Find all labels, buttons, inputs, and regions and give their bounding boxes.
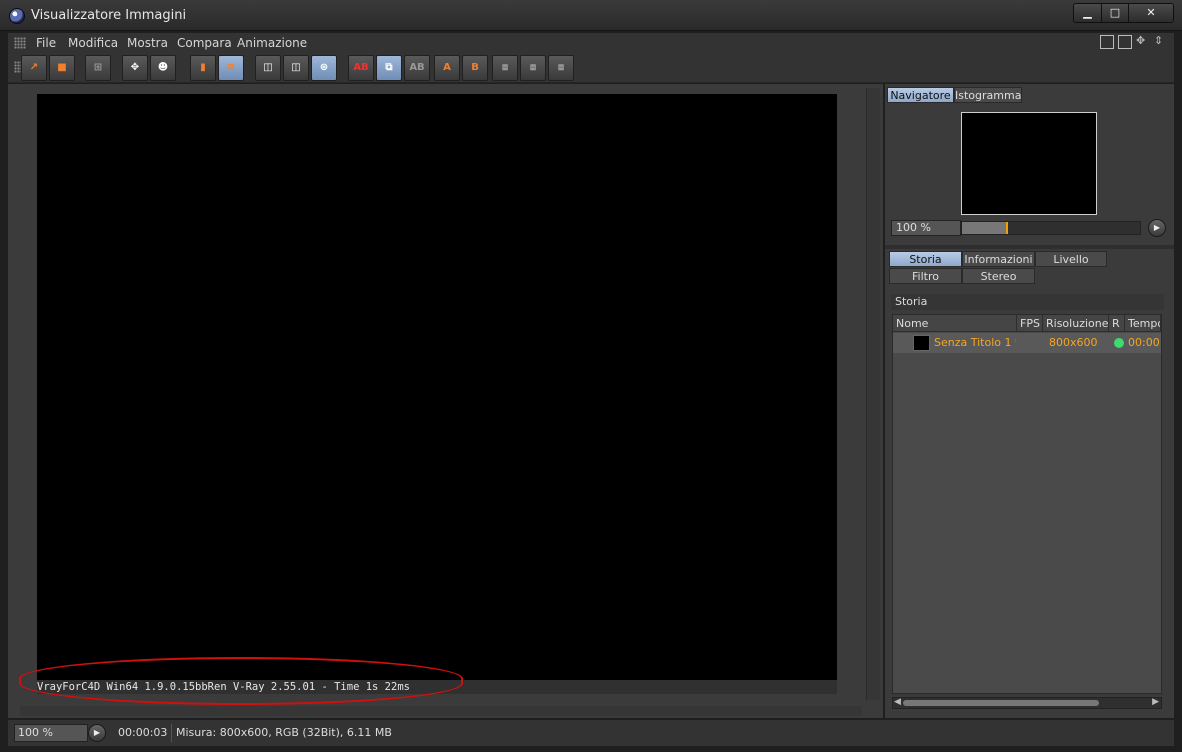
vertical-scrollbar[interactable] bbox=[866, 88, 880, 700]
col-fps[interactable]: FPS bbox=[1017, 315, 1043, 332]
window-controls: ▁ □ ✕ bbox=[1073, 3, 1174, 23]
user-icon[interactable]: ☻ bbox=[150, 55, 176, 81]
col-nome[interactable]: Nome bbox=[893, 315, 1017, 332]
status-info: Misura: 800x600, RGB (32Bit), 6.11 MB bbox=[176, 726, 392, 739]
minimize-button[interactable]: ▁ bbox=[1074, 4, 1101, 22]
list-icon[interactable]: ≡ bbox=[218, 55, 244, 81]
right-panel: Navigatore Istogramma 100 % ▶ Storia Inf… bbox=[885, 84, 1174, 718]
ab-split-icon[interactable]: AB bbox=[348, 55, 374, 81]
compare-mode-3-icon[interactable]: ⧈ bbox=[548, 55, 574, 81]
navigator-zoom-slider[interactable] bbox=[961, 221, 1141, 235]
zoom-slider-knob[interactable] bbox=[1006, 222, 1008, 234]
col-r[interactable]: R bbox=[1109, 315, 1125, 332]
compare-mode-2-icon[interactable]: ⧈ bbox=[520, 55, 546, 81]
red-annotation-ellipse bbox=[19, 657, 463, 705]
menu-file[interactable]: File bbox=[36, 36, 56, 50]
menu-modifica[interactable]: Modifica bbox=[68, 36, 118, 50]
save-file-icon[interactable]: ■ bbox=[49, 55, 75, 81]
set-b-icon[interactable]: B bbox=[462, 55, 488, 81]
view-a-icon[interactable]: ◫ bbox=[255, 55, 281, 81]
tab-istogramma[interactable]: Istogramma bbox=[954, 87, 1022, 103]
tab-navigatore[interactable]: Navigatore bbox=[887, 87, 954, 103]
col-risoluzione[interactable]: Risoluzione bbox=[1043, 315, 1109, 332]
window-title: Visualizzatore Immagini bbox=[31, 8, 187, 23]
new-panel-icon[interactable] bbox=[1118, 35, 1132, 49]
menu-compara[interactable]: Compara bbox=[177, 36, 232, 50]
menu-mostra[interactable]: Mostra bbox=[127, 36, 168, 50]
image-view: VrayForC4D Win64 1.9.0.15bbRen V-Ray 2.5… bbox=[8, 84, 883, 718]
history-thumbnail bbox=[913, 335, 930, 351]
move-icon[interactable]: ✥ bbox=[1136, 35, 1150, 49]
render-region-icon[interactable]: ⊞ bbox=[85, 55, 111, 81]
status-bar: 100 % ▶ 00:00:03 Misura: 800x600, RGB (3… bbox=[8, 720, 1174, 746]
ab-compare-icon[interactable]: ⧉ bbox=[376, 55, 402, 81]
navigator-play-icon[interactable]: ▶ bbox=[1148, 219, 1166, 237]
status-play-icon[interactable]: ▶ bbox=[88, 724, 106, 742]
tab-filtro[interactable]: Filtro bbox=[889, 268, 962, 284]
tab-informazioni[interactable]: Informazioni bbox=[962, 251, 1035, 267]
menu-grip-icon[interactable] bbox=[14, 37, 26, 49]
open-file-icon[interactable]: ↗ bbox=[21, 55, 47, 81]
render-status-dot bbox=[1114, 338, 1124, 348]
menu-bar: File Modifica Mostra Compara Animazione … bbox=[8, 33, 1174, 53]
title-bar: Visualizzatore Immagini ▁ □ ✕ bbox=[0, 0, 1182, 31]
tab-stereo[interactable]: Stereo bbox=[962, 268, 1035, 284]
render-to-viewer-icon[interactable]: ✥ bbox=[122, 55, 148, 81]
panel-divider bbox=[885, 245, 1174, 249]
history-section-title: Storia bbox=[891, 294, 1164, 310]
navigator-preview[interactable] bbox=[961, 112, 1097, 215]
scroll-right-icon[interactable]: ▶ bbox=[1152, 697, 1159, 707]
ab-swap-icon[interactable]: AB bbox=[404, 55, 430, 81]
render-canvas[interactable] bbox=[37, 94, 837, 694]
status-time: 00:00:03 bbox=[118, 726, 168, 739]
cinema4d-logo-icon bbox=[9, 8, 25, 24]
status-separator bbox=[171, 724, 172, 742]
zoom-slider-fill bbox=[962, 222, 1007, 234]
delete-icon[interactable]: ▮ bbox=[190, 55, 216, 81]
menu-animazione[interactable]: Animazione bbox=[237, 36, 307, 50]
toolbar: ↗ ■ ⊞ ✥ ☻ ▮ ≡ ◫ ◫ ⊛ AB ⧉ AB A B ⧈ ⧈ ⧈ bbox=[8, 53, 1174, 83]
history-name: Senza Titolo 1 * bbox=[934, 336, 1016, 349]
col-tempo[interactable]: Tempo bbox=[1125, 315, 1161, 332]
scrollbar-thumb[interactable] bbox=[903, 700, 1099, 706]
channels-icon[interactable]: ⊛ bbox=[311, 55, 337, 81]
maximize-button[interactable]: □ bbox=[1101, 4, 1128, 22]
layout-icons: ✥ ⇕ bbox=[1100, 35, 1168, 49]
history-list: Nome FPS Risoluzione R Tempo Senza Titol… bbox=[892, 314, 1162, 694]
set-a-icon[interactable]: A bbox=[434, 55, 460, 81]
history-resolution: 800x600 bbox=[1049, 336, 1098, 349]
close-button[interactable]: ✕ bbox=[1128, 4, 1173, 22]
history-horizontal-scrollbar[interactable]: ◀ ▶ bbox=[892, 697, 1162, 709]
status-zoom-field[interactable]: 100 % bbox=[14, 724, 88, 742]
compare-mode-1-icon[interactable]: ⧈ bbox=[492, 55, 518, 81]
navigator-zoom-field[interactable]: 100 % bbox=[891, 220, 961, 236]
scroll-left-icon[interactable]: ◀ bbox=[894, 697, 901, 707]
horizontal-scrollbar[interactable] bbox=[20, 706, 862, 716]
dock-icon[interactable]: ⇕ bbox=[1154, 35, 1168, 49]
tab-livello[interactable]: Livello bbox=[1035, 251, 1107, 267]
tab-storia[interactable]: Storia bbox=[889, 251, 962, 267]
history-time: 00:00:01 bbox=[1128, 336, 1161, 349]
view-b-icon[interactable]: ◫ bbox=[283, 55, 309, 81]
panel-layout-icon[interactable] bbox=[1100, 35, 1114, 49]
list-item[interactable]: Senza Titolo 1 * 800x600 00:00:01 bbox=[893, 333, 1161, 353]
